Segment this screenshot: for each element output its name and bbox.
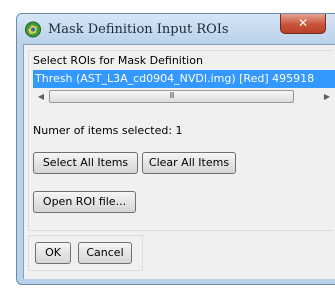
close-button[interactable]: ✕ — [280, 14, 326, 34]
scrollbar-thumb[interactable]: III — [49, 90, 294, 103]
scroll-left-arrow-icon[interactable]: ◀ — [33, 89, 49, 104]
ok-button[interactable]: OK — [35, 242, 71, 264]
horizontal-scrollbar[interactable]: ◀ III ▶ — [33, 89, 335, 104]
scroll-grip-icon: III — [169, 91, 174, 100]
dialog-button-row: OK Cancel — [28, 235, 143, 271]
window-title: Mask Definition Input ROIs — [48, 22, 229, 37]
selected-count-text: Numer of items selected: 1 — [33, 124, 183, 137]
select-all-items-button[interactable]: Select All Items — [33, 152, 138, 174]
roi-listbox[interactable]: Thresh (AST_L3A_cd0904_NVDI.img) [Red] 4… — [33, 70, 335, 88]
roi-selection-group: Select ROIs for Mask Definition Thresh (… — [28, 50, 335, 231]
title-bar[interactable]: Mask Definition Input ROIs ✕ — [17, 14, 335, 44]
close-icon: ✕ — [297, 16, 309, 30]
cancel-button[interactable]: Cancel — [78, 242, 132, 264]
open-roi-file-button[interactable]: Open ROI file... — [33, 191, 136, 213]
envi-app-icon — [25, 21, 41, 38]
scroll-right-arrow-icon[interactable]: ▶ — [319, 89, 335, 104]
roi-list-item-selected[interactable]: Thresh (AST_L3A_cd0904_NVDI.img) [Red] 4… — [35, 72, 314, 85]
clear-all-items-button[interactable]: Clear All Items — [142, 152, 236, 174]
dialog-window: Mask Definition Input ROIs ✕ Select ROIs… — [16, 13, 335, 285]
dialog-client-area: Select ROIs for Mask Definition Thresh (… — [23, 44, 335, 279]
roi-list-label: Select ROIs for Mask Definition — [33, 54, 203, 67]
